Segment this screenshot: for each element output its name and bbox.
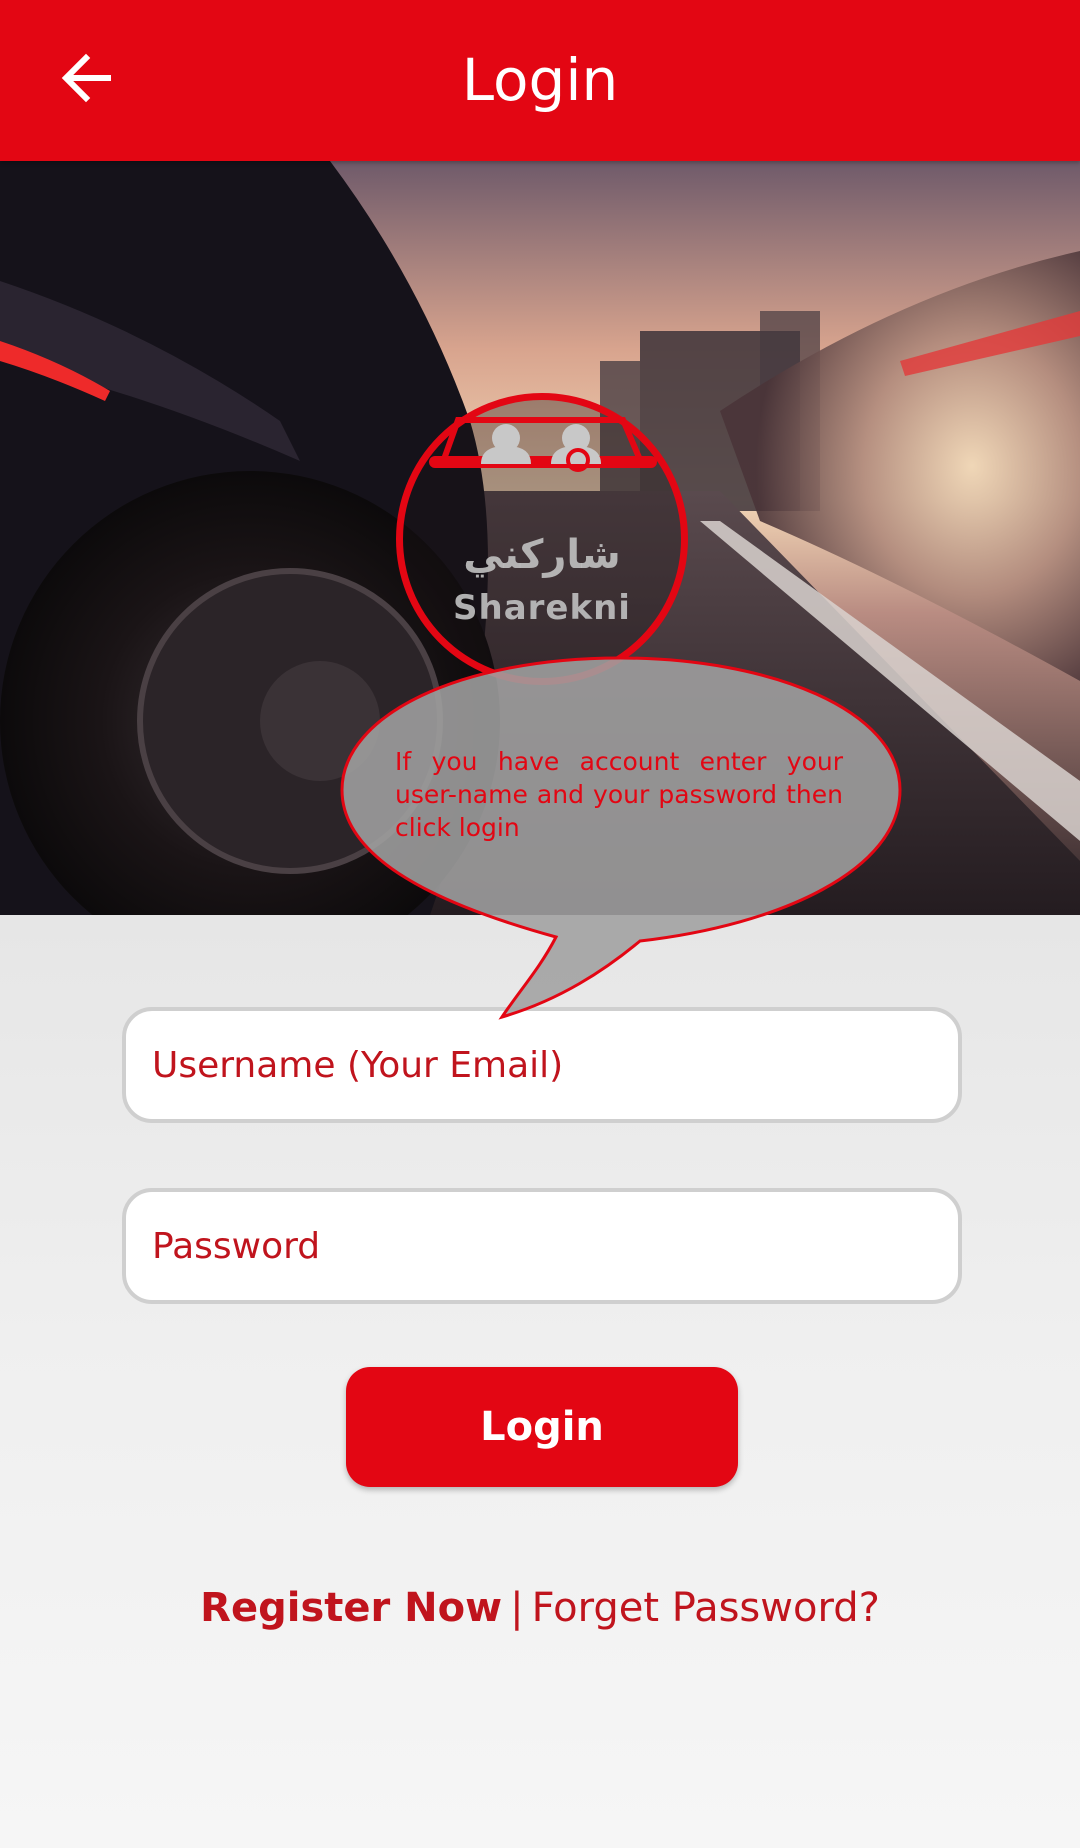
register-now-link[interactable]: Register Now <box>200 1585 502 1631</box>
sharekni-logo: شاركني Sharekni <box>396 393 688 685</box>
account-links: Register Now | Forget Password? <box>0 1585 1080 1631</box>
logo-latin-text: Sharekni <box>453 588 631 628</box>
links-separator: | <box>510 1585 524 1631</box>
password-input[interactable] <box>122 1188 962 1304</box>
username-input[interactable] <box>122 1007 962 1123</box>
car-people-icon <box>429 417 657 472</box>
login-button[interactable]: Login <box>346 1367 738 1487</box>
tooltip-text: If you have account enter your user-name… <box>395 747 843 842</box>
app-bar: Login <box>0 0 1080 161</box>
page-title: Login <box>461 46 619 114</box>
logo-arabic-text: شاركني <box>463 532 621 578</box>
forgot-password-link[interactable]: Forget Password? <box>532 1585 880 1631</box>
